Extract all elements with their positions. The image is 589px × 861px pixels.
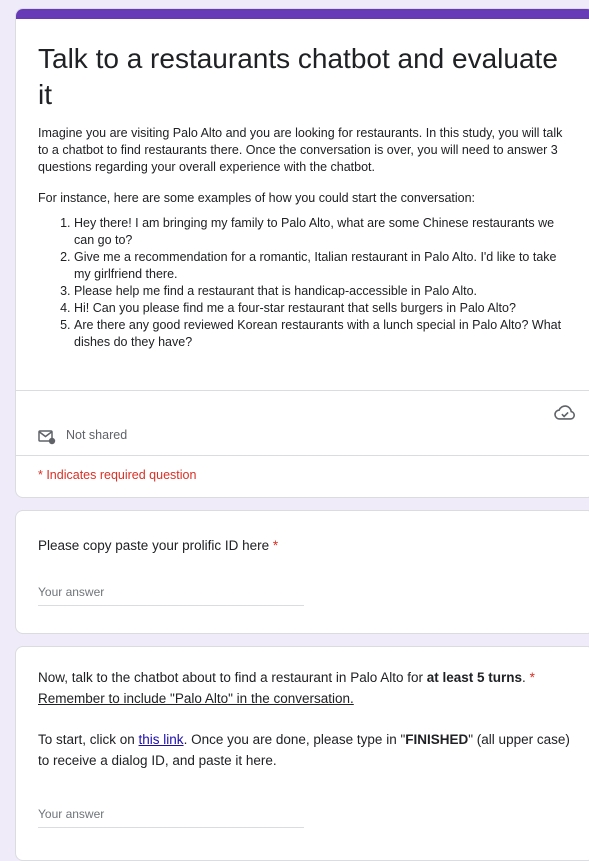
- example-item: Are there any good reviewed Korean resta…: [74, 317, 572, 351]
- mail-lock-icon: [38, 430, 56, 445]
- cloud-saved-icon[interactable]: [554, 404, 576, 420]
- instruction-part: . Once you are done, please type in ": [183, 732, 406, 747]
- form-description: Imagine you are visiting Palo Alto and y…: [38, 125, 572, 351]
- reminder-text: Remember to include "Palo Alto" in the c…: [38, 691, 354, 706]
- input-underline: [38, 827, 304, 828]
- question-text: .: [522, 670, 530, 685]
- prolific-id-input[interactable]: Your answer: [38, 585, 104, 599]
- required-star: *: [272, 538, 279, 553]
- sharing-status: Not shared: [66, 428, 128, 442]
- example-item: Hi! Can you please find me a four-star r…: [74, 300, 572, 317]
- example-item: Hey there! I am bringing my family to Pa…: [74, 215, 572, 249]
- input-underline: [38, 605, 304, 606]
- form-title: Talk to a restaurants chatbot and evalua…: [38, 43, 558, 110]
- form-header-card: Talk to a restaurants chatbot and evalua…: [15, 8, 589, 498]
- divider: [16, 455, 589, 456]
- examples-list: Hey there! I am bringing my family to Pa…: [38, 215, 572, 351]
- question-card-dialog-id: Now, talk to the chatbot about to find a…: [15, 646, 589, 861]
- required-note: * Indicates required question: [38, 468, 197, 482]
- question-label: Please copy paste your prolific ID here …: [38, 535, 278, 556]
- question-card-prolific-id: Please copy paste your prolific ID here …: [15, 510, 589, 634]
- examples-intro: For instance, here are some examples of …: [38, 191, 476, 205]
- dialog-id-input[interactable]: Your answer: [38, 807, 104, 821]
- example-item: Give me a recommendation for a romantic,…: [74, 249, 572, 283]
- question-label: Now, talk to the chatbot about to find a…: [38, 667, 583, 709]
- instructions-text: To start, click on this link. Once you a…: [38, 729, 583, 771]
- accent-bar: [16, 9, 589, 19]
- instruction-part: To start, click on: [38, 732, 139, 747]
- required-star: *: [529, 670, 535, 685]
- example-item: Please help me find a restaurant that is…: [74, 283, 572, 300]
- chatbot-link[interactable]: this link: [139, 732, 184, 747]
- finished-keyword: FINISHED: [405, 732, 469, 747]
- divider: [16, 390, 589, 391]
- question-bold-text: at least 5 turns: [426, 670, 523, 685]
- intro-text: Imagine you are visiting Palo Alto and y…: [38, 126, 563, 174]
- question-text: Please copy paste your prolific ID here: [38, 538, 270, 553]
- question-text: Now, talk to the chatbot about to find a…: [38, 670, 427, 685]
